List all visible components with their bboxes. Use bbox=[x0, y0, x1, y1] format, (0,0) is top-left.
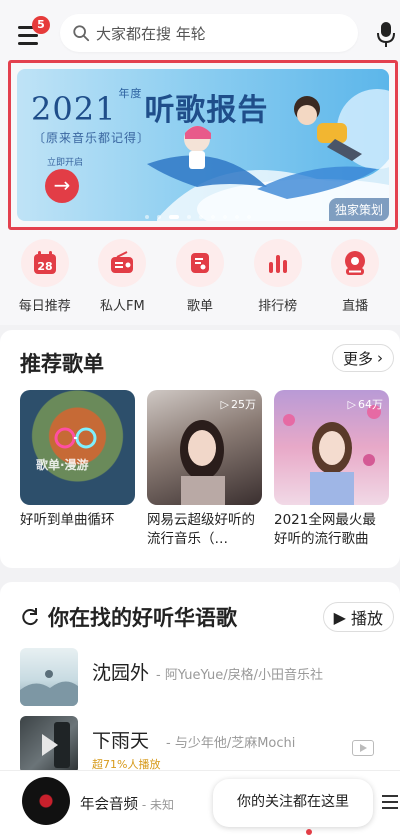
play-count-value: 25万 bbox=[231, 398, 256, 411]
banner-title-text: 听歌报告 bbox=[144, 93, 269, 128]
playlist-cover: ▷ 64万 bbox=[274, 390, 389, 505]
menu-line bbox=[18, 42, 38, 45]
play-count-value: 64万 bbox=[358, 398, 383, 411]
mini-player-title: 年会音频 - 未知 bbox=[80, 793, 174, 814]
banner-tag: 独家策划 bbox=[328, 198, 389, 221]
entry-live[interactable]: 直播 bbox=[324, 235, 386, 325]
play-count: ▷ 64万 bbox=[348, 396, 383, 412]
follow-tooltip[interactable]: 你的关注都在这里 bbox=[213, 779, 373, 827]
playlist-cards: 歌单·漫游 好听到单曲循环 ▷ 25万 网易云超级好听的流行音乐（… ▷ 64万… bbox=[20, 390, 389, 549]
play-icon: ▷ bbox=[347, 397, 356, 411]
queue-line bbox=[382, 801, 398, 803]
banner-year: 2021 bbox=[31, 90, 117, 128]
menu-line bbox=[18, 34, 38, 37]
mini-player[interactable]: 年会音频 - 未知 你的关注都在这里 bbox=[0, 770, 400, 837]
play-icon: ▷ bbox=[220, 397, 229, 411]
banner-go-button[interactable]: → bbox=[45, 169, 79, 203]
search-placeholder: 大家都在搜 年轮 bbox=[96, 24, 206, 43]
playlist-queue-icon[interactable] bbox=[376, 793, 398, 811]
banner-highlight-frame: 2021 年度听歌报告 〔原来音乐都记得〕 立即开启 → 独家策划 bbox=[8, 60, 398, 230]
calendar-icon: 28 bbox=[20, 239, 69, 287]
playlist-cover: 歌单·漫游 bbox=[20, 390, 135, 505]
page-dot bbox=[223, 215, 227, 219]
play-count: ▷ 25万 bbox=[221, 396, 256, 412]
page-dot bbox=[211, 215, 215, 219]
song-artist: - 阿YueYue/戾格/小田音乐社 bbox=[156, 668, 323, 683]
page-dot bbox=[157, 215, 161, 219]
entry-charts[interactable]: 排行榜 bbox=[247, 235, 309, 325]
banner-title: 2021 年度听歌报告 bbox=[31, 85, 268, 129]
playlist-card[interactable]: 歌单·漫游 好听到单曲循环 bbox=[20, 390, 135, 549]
page-dot bbox=[235, 215, 239, 219]
entry-private-fm[interactable]: 私人FM bbox=[91, 235, 153, 325]
entry-daily-recommend[interactable]: 28 每日推荐 bbox=[14, 235, 76, 325]
album-disc-icon[interactable] bbox=[22, 777, 70, 825]
chevron-right-icon: › bbox=[377, 349, 383, 367]
more-button[interactable]: 更多 › bbox=[331, 344, 394, 372]
play-label: 播放 bbox=[350, 609, 383, 628]
search-icon bbox=[73, 25, 90, 42]
song-thumbnail bbox=[20, 648, 78, 706]
arrow-right-icon: → bbox=[53, 173, 71, 197]
page-dot bbox=[247, 215, 251, 219]
calendar-day: 28 bbox=[37, 260, 52, 273]
page-dot bbox=[199, 215, 203, 219]
radio-icon bbox=[98, 239, 147, 287]
entry-label: 直播 bbox=[342, 299, 369, 314]
queue-line bbox=[382, 807, 398, 809]
play-icon: ▶ bbox=[333, 607, 346, 627]
banner-year-suffix: 年度 bbox=[118, 87, 143, 100]
play-all-button[interactable]: ▶ 播放 bbox=[322, 602, 394, 632]
section-title: 推荐歌单 bbox=[20, 352, 104, 376]
page-dot bbox=[187, 215, 191, 219]
refresh-icon[interactable] bbox=[20, 607, 40, 627]
page-dot-active bbox=[169, 215, 179, 219]
playlist-name: 好听到单曲循环 bbox=[20, 512, 115, 528]
song-row[interactable]: 沈园外 - 阿YueYue/戾格/小田音乐社 bbox=[20, 648, 392, 708]
entry-label: 私人FM bbox=[100, 299, 145, 314]
mini-player-artist: - 未知 bbox=[138, 798, 174, 812]
thumbnail-art bbox=[20, 670, 78, 706]
song-title: 下雨天 bbox=[92, 730, 150, 752]
search-input[interactable]: 大家都在搜 年轮 bbox=[60, 14, 358, 52]
live-icon bbox=[331, 239, 380, 287]
entry-label: 歌单 bbox=[186, 299, 213, 314]
playlist-icon bbox=[175, 239, 224, 287]
microphone-icon[interactable] bbox=[376, 20, 396, 48]
playlist-cover: ▷ 25万 bbox=[147, 390, 262, 505]
chart-bars-icon bbox=[253, 239, 302, 287]
banner-pagination bbox=[145, 215, 251, 219]
more-label: 更多 bbox=[342, 349, 373, 368]
entry-label: 排行榜 bbox=[258, 299, 298, 314]
playlist-name: 网易云超级好听的流行音乐（… bbox=[147, 512, 255, 547]
queue-line bbox=[382, 795, 398, 797]
entry-playlist[interactable]: 歌单 bbox=[169, 235, 231, 325]
section-title: 你在找的好听华语歌 bbox=[20, 602, 237, 632]
song-title: 沈园外 bbox=[92, 662, 150, 684]
entry-label: 每日推荐 bbox=[18, 299, 71, 314]
page-dot bbox=[145, 215, 149, 219]
playlist-card[interactable]: ▷ 64万 2021全网最火最好听的流行歌曲 bbox=[274, 390, 389, 549]
mv-icon[interactable] bbox=[352, 740, 374, 756]
menu-badge: 5 bbox=[32, 16, 50, 34]
playlist-name: 2021全网最火最好听的流行歌曲 bbox=[274, 512, 376, 547]
playlist-card[interactable]: ▷ 25万 网易云超级好听的流行音乐（… bbox=[147, 390, 262, 549]
mini-player-song: 年会音频 bbox=[80, 797, 138, 813]
song-artist: - 与少年他/芝麻Mochi bbox=[166, 736, 296, 751]
banner-subtitle: 〔原来音乐都记得〕 bbox=[33, 131, 151, 145]
section-title-text: 你在找的好听华语歌 bbox=[48, 606, 237, 630]
song-thumbnail bbox=[20, 716, 78, 774]
thumbnail-art bbox=[42, 722, 70, 768]
song-row[interactable]: 下雨天 - 与少年他/芝麻Mochi 超71%人播放 bbox=[20, 716, 392, 776]
cover-art bbox=[54, 427, 97, 449]
banner[interactable]: 2021 年度听歌报告 〔原来音乐都记得〕 立即开启 → 独家策划 bbox=[17, 69, 389, 221]
cover-text: 歌单·漫游 bbox=[36, 458, 89, 472]
menu-button[interactable]: 5 bbox=[18, 16, 50, 48]
recommended-playlists-section: 推荐歌单 更多 › 歌单·漫游 好听到单曲循环 ▷ 25万 网易云超级好听的流行… bbox=[0, 330, 400, 568]
banner-small-text: 立即开启 bbox=[47, 158, 84, 168]
quick-entries: 28 每日推荐 私人FM 歌单 排行榜 直播 bbox=[0, 235, 400, 325]
notification-dot bbox=[306, 829, 312, 835]
